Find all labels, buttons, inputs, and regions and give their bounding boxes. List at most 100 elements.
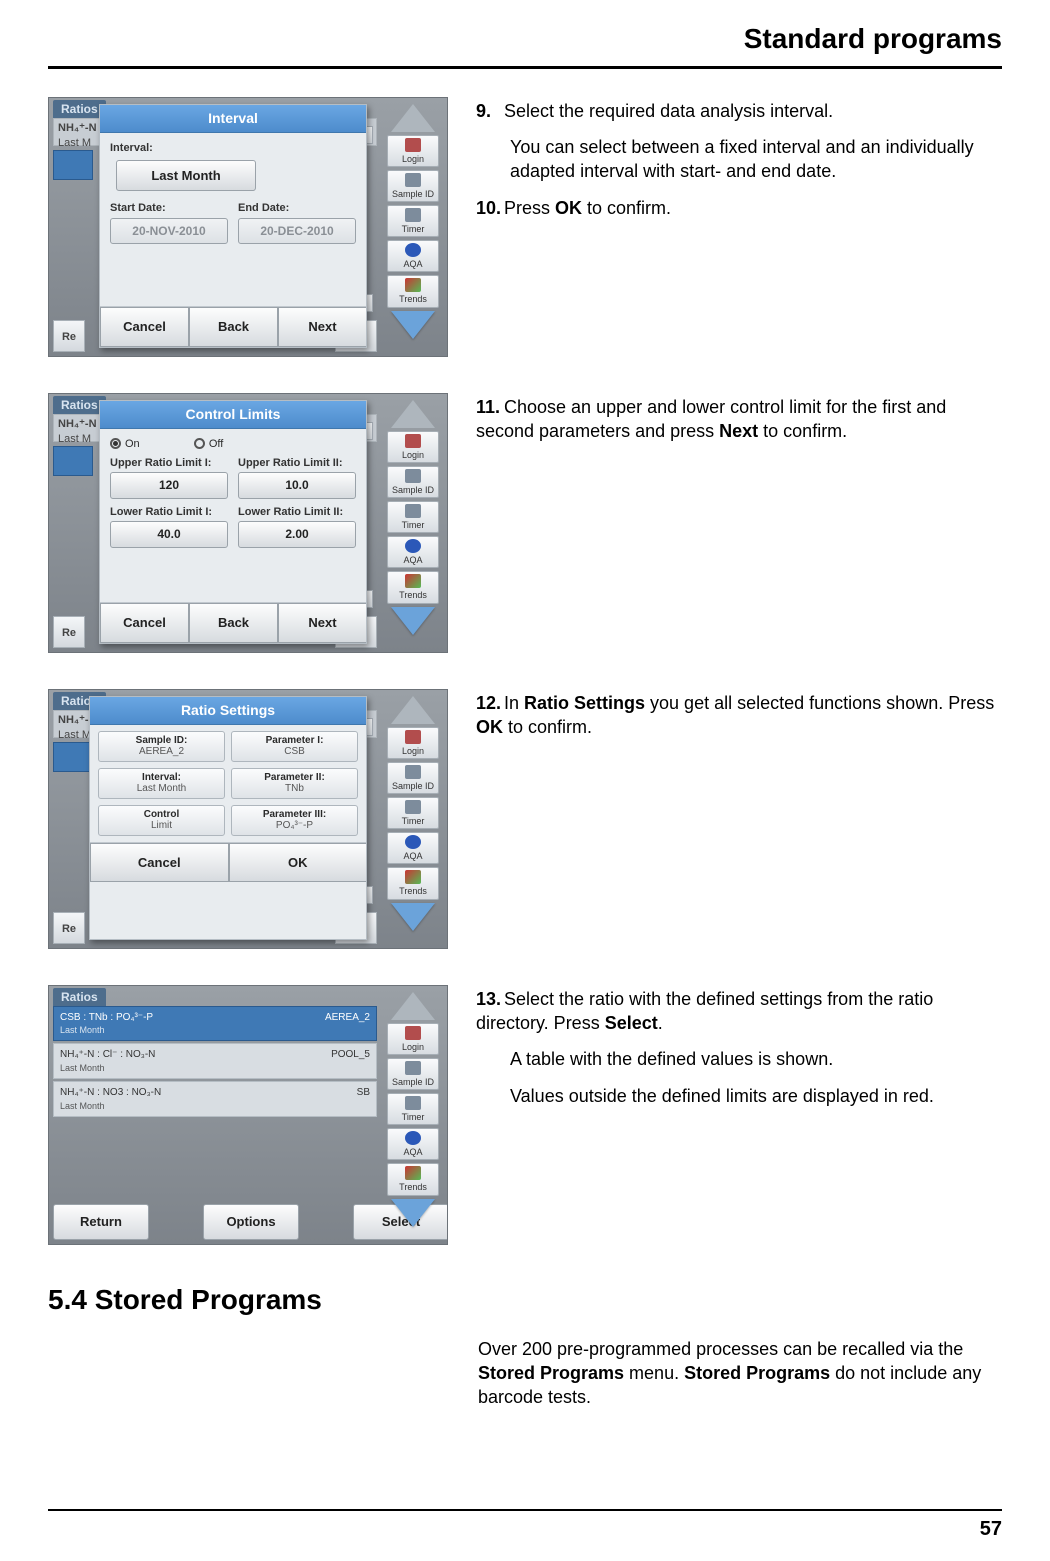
radio-off-icon[interactable] [194,438,205,449]
scroll-up-icon[interactable] [391,400,435,428]
trends-button[interactable]: Trends [387,1163,439,1195]
scroll-down-icon[interactable] [391,1199,435,1227]
end-date-field[interactable]: 20-DEC-2010 [238,218,356,244]
section-body: Over 200 pre-programmed processes can be… [478,1337,1002,1410]
trends-button[interactable]: Trends [387,275,439,307]
trends-icon [405,574,421,588]
login-button[interactable]: Login [387,727,439,759]
login-button[interactable]: Login [387,1023,439,1055]
bottom-bar: Return Options Select [53,1204,377,1240]
modal-buttons: Cancel Back Next [100,602,366,643]
section-paragraph: Over 200 pre-programmed processes can be… [478,1337,1002,1410]
timer-button[interactable]: Timer [387,205,439,237]
upper-limit-2-field[interactable]: 10.0 [238,472,356,498]
step-9: 9.Select the required data analysis inte… [476,99,1002,123]
login-icon [405,1026,421,1040]
setting-param-3[interactable]: Parameter III:PO₄³⁻-P [231,805,358,836]
step-13-detail-1: A table with the defined values is shown… [510,1047,1002,1071]
sample-id-button[interactable]: Sample ID [387,170,439,202]
settings-grid: Sample ID:AEREA_2 Parameter I:CSB Interv… [90,725,366,842]
setting-param-1[interactable]: Parameter I:CSB [231,731,358,762]
next-button[interactable]: Next [278,603,366,643]
modal-buttons: Cancel OK [90,842,366,883]
start-date-field[interactable]: 20-NOV-2010 [110,218,228,244]
trends-icon [405,278,421,292]
lower-limit-1-field[interactable]: 40.0 [110,521,228,547]
device-mock: Ratios NH₄⁺-NLast M Re ect ▲ ▼ Control L… [48,393,448,653]
screenshot-ratios-list: Ratios CSB : TNb : PO₄³⁻-PLast Month AER… [48,985,448,1245]
timer-button[interactable]: Timer [387,1093,439,1125]
upper-limit-1-field[interactable]: 120 [110,472,228,498]
step-9-detail: You can select between a fixed interval … [510,135,1002,184]
device-sidebar: Login Sample ID Timer AQA Trends [383,400,443,646]
end-date-label: End Date: [238,201,356,216]
scroll-down-icon[interactable] [391,903,435,931]
upper-limits-row: Upper Ratio Limit I:120 Upper Ratio Limi… [110,456,356,499]
modal-title: Control Limits [100,401,366,429]
device-mock: Ratios NH₄⁺-NLast M ▲ ▼ Re ect Interval … [48,97,448,357]
bg-tab-ratios: Ratios [53,100,106,118]
return-button[interactable]: Return [53,1204,149,1240]
timer-icon [405,800,421,814]
cancel-button[interactable]: Cancel [90,843,229,883]
sample-id-icon [405,469,421,483]
ratio-list-item[interactable]: NH₄⁺-N : Cl⁻ : NO₃-NLast Month POOL_5 [53,1043,377,1079]
interval-dropdown[interactable]: Last Month [116,160,256,192]
text-block-9-10: 9.Select the required data analysis inte… [476,97,1002,232]
timer-button[interactable]: Timer [387,797,439,829]
step-13: 13.Select the ratio with the defined set… [476,987,1002,1036]
ok-button[interactable]: OK [229,843,367,883]
lower-limit-2-field[interactable]: 2.00 [238,521,356,547]
ratio-list-item[interactable]: CSB : TNb : PO₄³⁻-PLast Month AEREA_2 [53,1006,377,1042]
aqa-button[interactable]: AQA [387,240,439,272]
back-button[interactable]: Back [189,603,278,643]
scroll-up-icon[interactable] [391,696,435,724]
sample-id-button[interactable]: Sample ID [387,466,439,498]
start-date-label: Start Date: [110,201,228,216]
login-icon [405,730,421,744]
login-icon [405,138,421,152]
bg-tab-ratios: Ratios [53,396,106,414]
setting-sample-id[interactable]: Sample ID:AEREA_2 [98,731,225,762]
row-interval: Ratios NH₄⁺-NLast M ▲ ▼ Re ect Interval … [48,97,1002,357]
scroll-down-icon[interactable] [391,607,435,635]
bg-foot-left: Re [53,320,85,352]
screenshot-ratio-settings: Ratios NH₄⁺-NLast M Re ect ▲ ▼ Ratio Set… [48,689,448,949]
modal-title: Ratio Settings [90,697,366,725]
step-13-detail-2: Values outside the defined limits are di… [510,1084,1002,1108]
setting-control-limit[interactable]: ControlLimit [98,805,225,836]
trends-button[interactable]: Trends [387,867,439,899]
text-block-13: 13.Select the ratio with the defined set… [476,985,1002,1120]
cancel-button[interactable]: Cancel [100,603,189,643]
radio-on-label: On [125,438,140,450]
cancel-button[interactable]: Cancel [100,307,189,347]
timer-icon [405,208,421,222]
login-button[interactable]: Login [387,135,439,167]
aqa-button[interactable]: AQA [387,1128,439,1160]
login-icon [405,434,421,448]
aqa-button[interactable]: AQA [387,832,439,864]
sample-id-icon [405,173,421,187]
sample-id-button[interactable]: Sample ID [387,1058,439,1090]
setting-interval[interactable]: Interval:Last Month [98,768,225,799]
scroll-up-icon[interactable] [391,104,435,132]
sample-id-button[interactable]: Sample ID [387,762,439,794]
login-button[interactable]: Login [387,431,439,463]
timer-button[interactable]: Timer [387,501,439,533]
back-button[interactable]: Back [189,307,278,347]
options-button[interactable]: Options [203,1204,299,1240]
aqa-button[interactable]: AQA [387,536,439,568]
scroll-down-icon[interactable] [391,311,435,339]
ratio-list-item[interactable]: NH₄⁺-N : NO3 : NO₃-NLast Month SB [53,1081,377,1117]
setting-param-2[interactable]: Parameter II:TNb [231,768,358,799]
sample-id-icon [405,1061,421,1075]
radio-on-icon[interactable] [110,438,121,449]
trends-button[interactable]: Trends [387,571,439,603]
next-button[interactable]: Next [278,307,366,347]
upper-limit-1-label: Upper Ratio Limit I: [110,456,228,471]
modal-buttons: Cancel Back Next [100,306,366,347]
bg-tab-ratios: Ratios [53,988,106,1006]
scroll-up-icon[interactable] [391,992,435,1020]
row-control-limits: Ratios NH₄⁺-NLast M Re ect ▲ ▼ Control L… [48,393,1002,653]
timer-icon [405,504,421,518]
